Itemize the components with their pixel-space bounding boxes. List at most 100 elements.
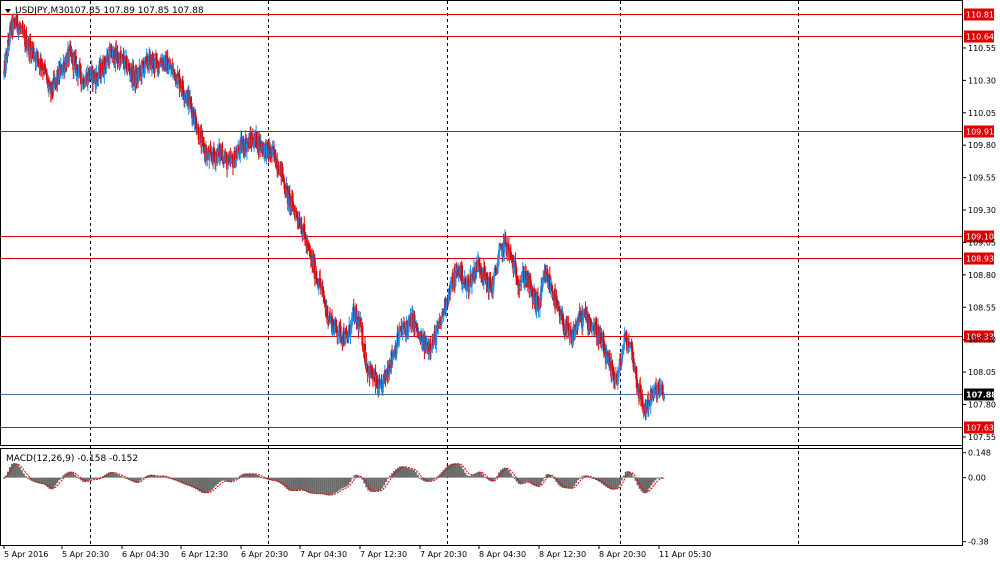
macd-bar — [460, 466, 463, 478]
time-tick-label: 6 Apr 12:30 — [181, 550, 228, 559]
time-axis-ticks: 5 Apr 2016 5 Apr 20:30 6 Apr 04:30 6 Apr 12… — [3, 545, 711, 559]
macd-bar — [600, 477, 603, 484]
macd-bar — [389, 475, 392, 478]
time-tick-label: 7 Apr 12:30 — [360, 550, 407, 559]
macd-bar — [450, 463, 453, 478]
macd-bar — [567, 477, 570, 489]
macd-bar — [341, 477, 344, 489]
macd-bar — [501, 468, 504, 478]
macd-bar — [311, 477, 314, 494]
macd-bar — [365, 477, 368, 488]
candle-body — [498, 250, 500, 260]
candle-body — [173, 69, 176, 73]
macd-bar — [410, 469, 413, 478]
macd-bar — [414, 472, 417, 478]
macd-bar — [121, 476, 124, 478]
macd-bar — [56, 477, 59, 483]
macd-bar — [349, 477, 352, 482]
macd-bar — [511, 476, 514, 478]
macd-bar — [573, 477, 576, 487]
macd-bar — [525, 477, 528, 482]
macd-label: MACD(12,26,9) -0.158 -0.152 — [6, 454, 138, 464]
macd-bar — [141, 477, 144, 479]
macd-bar — [513, 477, 516, 480]
macd-bar — [113, 473, 116, 478]
macd-bar — [313, 477, 316, 494]
macd-bar — [517, 477, 520, 484]
price-tick-label: 108.80 — [968, 271, 996, 280]
macd-bar — [307, 477, 310, 493]
candle-body — [494, 267, 497, 272]
macd-bar — [254, 474, 257, 478]
macd-bar — [52, 477, 55, 488]
macd-bar — [256, 474, 259, 478]
macd-bar — [543, 477, 546, 479]
macd-bar — [337, 477, 340, 491]
macd-bar — [317, 477, 320, 494]
macd-bar — [452, 463, 455, 478]
time-tick-label: 8 Apr 04:30 — [479, 550, 526, 559]
macd-bar — [76, 476, 79, 478]
candle-body — [319, 278, 322, 286]
time-tick-label: 7 Apr 04:30 — [300, 550, 347, 559]
macd-bar — [16, 464, 19, 478]
candle-body — [461, 265, 464, 285]
macd-bar — [377, 477, 380, 492]
macd-tick-label: -0.38 — [968, 538, 989, 547]
macd-bar — [258, 475, 261, 478]
macd-bar — [14, 463, 17, 478]
macd-bar — [18, 467, 21, 478]
macd-bar — [486, 477, 489, 480]
macd-bar — [301, 477, 304, 491]
macd-bar — [496, 476, 499, 478]
macd-bar — [325, 477, 328, 496]
candle-body — [36, 51, 39, 59]
time-tick-label: 8 Apr 12:30 — [539, 550, 586, 559]
macd-bar — [72, 472, 75, 478]
macd-bar — [408, 468, 411, 478]
level-label: 110.64 — [966, 33, 994, 42]
macd-bar — [260, 476, 263, 478]
price-tick-label: 108.05 — [968, 368, 996, 377]
candle-body — [504, 235, 507, 244]
macd-bar — [24, 476, 27, 478]
macd-bar — [539, 477, 542, 486]
chart-canvas: 110.81110.64109.91109.10108.93108.33107.… — [0, 0, 997, 559]
macd-bar — [616, 477, 619, 489]
current-price-label: 107.88 — [966, 391, 997, 400]
candle-body — [79, 65, 82, 78]
price-tick-label: 109.30 — [968, 206, 996, 215]
macd-bar — [622, 475, 625, 478]
macd-bar — [519, 477, 522, 485]
macd-bar — [466, 475, 469, 478]
macd-bar — [294, 477, 297, 491]
macd-bar — [333, 477, 336, 494]
candle-body — [461, 283, 464, 285]
macd-bar — [444, 467, 447, 478]
level-label: 109.91 — [966, 128, 994, 137]
macd-bar — [458, 464, 461, 478]
macd-bar — [195, 477, 198, 490]
macd-bar — [335, 477, 338, 493]
macd-bar — [78, 477, 81, 479]
candle-body — [663, 394, 665, 399]
macd-bar — [468, 475, 471, 478]
macd-bar — [432, 477, 435, 480]
macd-bar — [339, 477, 342, 490]
macd-bar — [494, 477, 497, 480]
price-tick-label: 110.30 — [968, 76, 996, 85]
price-tick-label: 107.55 — [968, 433, 996, 442]
level-label: 108.93 — [966, 255, 994, 264]
macd-bar — [222, 477, 225, 481]
macd-bar — [214, 477, 217, 486]
macd-bar — [383, 477, 386, 486]
candle-body — [286, 185, 289, 189]
macd-bar — [218, 477, 221, 483]
macd-bar — [327, 477, 330, 496]
macd-bar — [94, 477, 97, 480]
macd-bar — [155, 476, 158, 478]
macd-bar — [345, 477, 348, 487]
macd-bar — [286, 477, 289, 490]
macd-bar — [406, 467, 409, 478]
macd-bar — [650, 477, 653, 486]
